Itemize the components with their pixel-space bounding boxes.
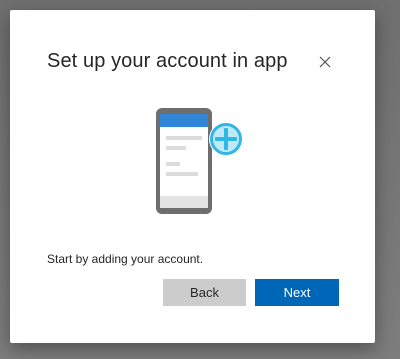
setup-dialog: Set up your account in app Start by addi…: [10, 10, 375, 343]
back-button[interactable]: Back: [163, 279, 246, 306]
phone-add-account-illustration: [156, 108, 243, 214]
close-icon: [319, 56, 331, 68]
next-button[interactable]: Next: [255, 279, 339, 306]
close-button[interactable]: [313, 50, 337, 74]
instruction-text: Start by adding your account.: [47, 252, 204, 266]
dialog-title: Set up your account in app: [47, 50, 288, 72]
